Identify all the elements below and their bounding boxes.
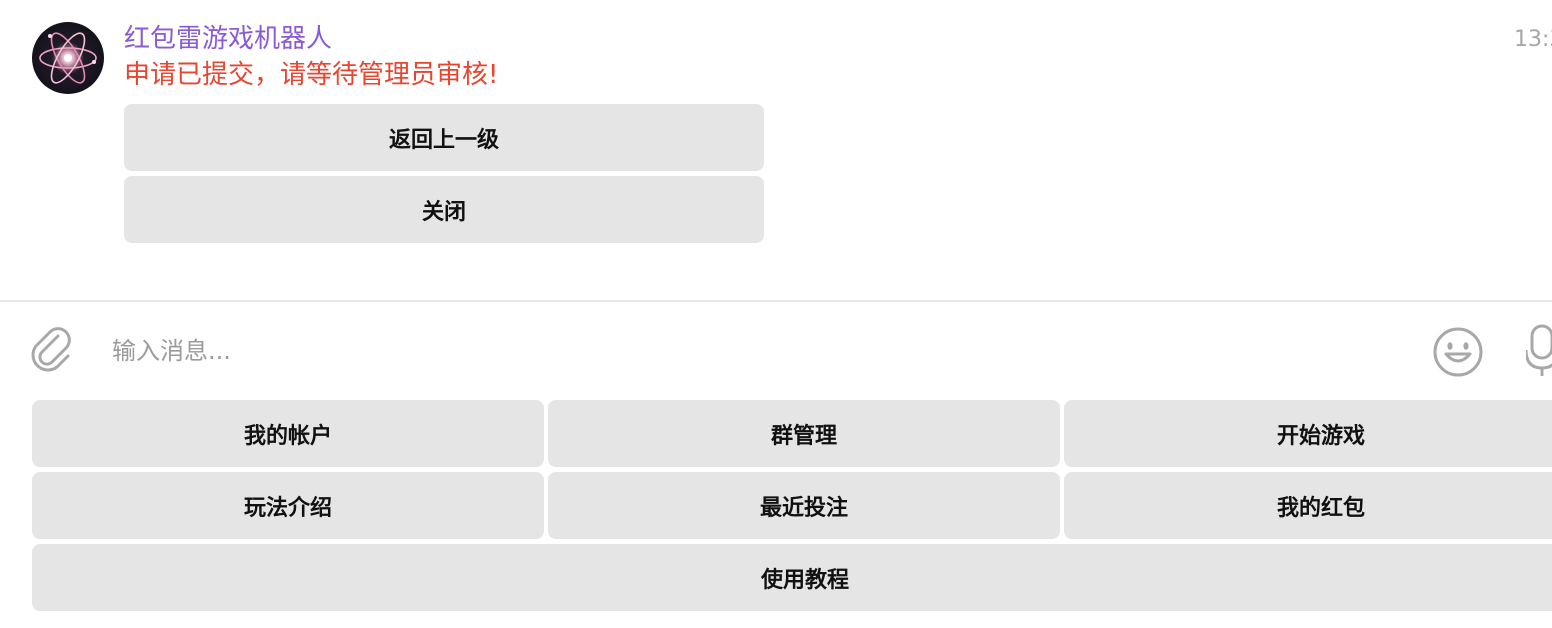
recent-bets-label: 最近投注 — [759, 495, 848, 521]
recent-bets-button[interactable]: 最近投注 — [548, 472, 1060, 539]
tutorial-label: 使用教程 — [760, 567, 849, 593]
chat-window: 红包雷游戏机器人 申请已提交，请等待管理员审核! 13:3 返回上一级 关闭 我… — [0, 0, 1552, 628]
my-red-packets-label: 我的红包 — [1276, 495, 1365, 521]
smiley-icon[interactable] — [1430, 324, 1486, 380]
my-red-packets-button[interactable]: 我的红包 — [1064, 472, 1552, 539]
atom-icon — [39, 32, 97, 84]
group-manage-button[interactable]: 群管理 — [548, 400, 1060, 467]
start-game-button[interactable]: 开始游戏 — [1064, 400, 1552, 467]
microphone-icon[interactable] — [1526, 322, 1552, 378]
sender-name[interactable]: 红包雷游戏机器人 — [124, 22, 332, 56]
tutorial-button[interactable]: 使用教程 — [32, 544, 1552, 611]
divider — [0, 300, 1552, 302]
message-timestamp: 13:3 — [1514, 27, 1552, 52]
back-button[interactable]: 返回上一级 — [124, 104, 764, 171]
close-button[interactable]: 关闭 — [124, 176, 764, 243]
back-button-label: 返回上一级 — [388, 127, 499, 153]
how-to-play-label: 玩法介绍 — [243, 495, 332, 521]
how-to-play-button[interactable]: 玩法介绍 — [32, 472, 544, 539]
my-account-button[interactable]: 我的帐户 — [32, 400, 544, 467]
message-input[interactable] — [112, 330, 1392, 372]
start-game-label: 开始游戏 — [1276, 423, 1365, 449]
paperclip-icon[interactable] — [28, 326, 76, 374]
close-button-label: 关闭 — [421, 199, 466, 225]
group-manage-label: 群管理 — [770, 423, 837, 449]
message-text: 申请已提交，请等待管理员审核! — [124, 60, 499, 90]
avatar[interactable] — [32, 22, 104, 94]
my-account-label: 我的帐户 — [243, 423, 332, 449]
